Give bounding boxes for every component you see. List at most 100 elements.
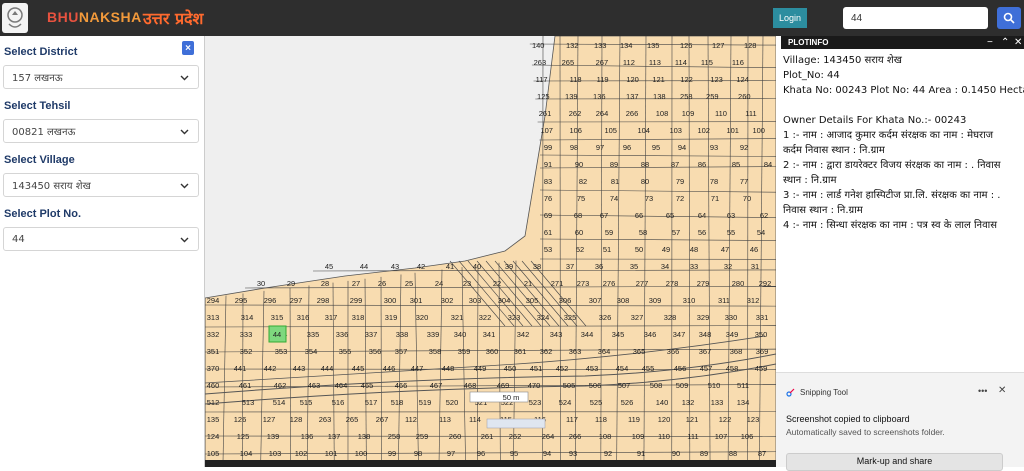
plot-number-label[interactable]: 280 bbox=[732, 279, 745, 288]
plot-number-label[interactable]: 261 bbox=[539, 109, 552, 118]
plot-number-label[interactable]: 454 bbox=[616, 364, 629, 373]
plot-number-label[interactable]: 111 bbox=[687, 432, 698, 441]
plot-number-label[interactable]: 26 bbox=[378, 279, 386, 288]
plot-number-label[interactable]: 292 bbox=[759, 279, 772, 288]
plot-number-label[interactable]: 338 bbox=[396, 330, 409, 339]
plot-number-label[interactable]: 110 bbox=[658, 432, 670, 441]
plot-number-label[interactable]: 140 bbox=[532, 41, 545, 50]
plot-number-label[interactable]: 466 bbox=[395, 381, 408, 390]
plot-number-label[interactable]: 308 bbox=[617, 296, 630, 305]
plot-number-label[interactable]: 511 bbox=[737, 381, 749, 390]
plot-number-label[interactable]: 306 bbox=[559, 296, 572, 305]
plot-number-label[interactable]: 444 bbox=[321, 364, 334, 373]
plot-number-label[interactable]: 104 bbox=[637, 126, 650, 135]
plot-number-label[interactable]: 105 bbox=[604, 126, 617, 135]
plot-number-label[interactable]: 120 bbox=[658, 415, 671, 424]
plot-number-label[interactable]: 93 bbox=[710, 143, 718, 152]
plot-number-label[interactable]: 263 bbox=[319, 415, 332, 424]
plot-number-label[interactable]: 264 bbox=[542, 432, 555, 441]
plot-number-label[interactable]: 305 bbox=[526, 296, 539, 305]
plot-number-label[interactable]: 351 bbox=[207, 347, 220, 356]
plot-number-label[interactable]: 137 bbox=[626, 92, 639, 101]
plot-number-label[interactable]: 81 bbox=[611, 177, 619, 186]
plot-number-label[interactable]: 455 bbox=[642, 364, 655, 373]
plot-number-label[interactable]: 108 bbox=[599, 432, 612, 441]
plot-number-label[interactable]: 311 bbox=[718, 296, 730, 305]
plot-number-label[interactable]: 32 bbox=[724, 262, 732, 271]
plot-number-label[interactable]: 514 bbox=[273, 398, 286, 407]
plot-number-label[interactable]: 319 bbox=[385, 313, 398, 322]
plot-number-label[interactable]: 124 bbox=[207, 432, 220, 441]
plot-number-label[interactable]: 326 bbox=[599, 313, 612, 322]
plot-number-label[interactable]: 53 bbox=[544, 245, 552, 254]
plot-number-label[interactable]: 31 bbox=[751, 262, 759, 271]
plot-number-label[interactable]: 469 bbox=[497, 381, 510, 390]
plot-number-label[interactable]: 323 bbox=[508, 313, 521, 322]
plot-number-label[interactable]: 52 bbox=[576, 245, 584, 254]
plot-number-label[interactable]: 519 bbox=[419, 398, 432, 407]
plot-number-label[interactable]: 367 bbox=[699, 347, 712, 356]
plot-number-label[interactable]: 113 bbox=[439, 415, 451, 424]
plot-number-label[interactable]: 304 bbox=[498, 296, 511, 305]
plot-number-label[interactable]: 312 bbox=[747, 296, 760, 305]
plot-number-label[interactable]: 364 bbox=[598, 347, 611, 356]
plot-number-label[interactable]: 512 bbox=[207, 398, 220, 407]
plot-number-label[interactable]: 317 bbox=[325, 313, 338, 322]
plot-number-label[interactable]: 106 bbox=[569, 126, 582, 135]
plot-number-label[interactable]: 507 bbox=[618, 381, 631, 390]
plot-number-label[interactable]: 260 bbox=[738, 92, 751, 101]
plot-number-label[interactable]: 35 bbox=[630, 262, 638, 271]
plot-number-label[interactable]: 261 bbox=[481, 432, 494, 441]
village-select[interactable]: 143450 सराय शेख bbox=[3, 173, 199, 197]
plot-number-label[interactable]: 264 bbox=[596, 109, 609, 118]
plot-number-label[interactable]: 135 bbox=[647, 41, 660, 50]
plot-number-label[interactable]: 59 bbox=[605, 228, 613, 237]
minimize-icon[interactable]: − bbox=[987, 36, 993, 49]
plot-number-label[interactable]: 43 bbox=[391, 262, 399, 271]
plot-number-label[interactable]: 132 bbox=[682, 398, 695, 407]
plot-number-label[interactable]: 89 bbox=[610, 160, 618, 169]
plot-number-label[interactable]: 73 bbox=[645, 194, 653, 203]
plot-number-label[interactable]: 262 bbox=[569, 109, 582, 118]
plot-number-label[interactable]: 89 bbox=[700, 449, 708, 458]
plot-number-label[interactable]: 126 bbox=[680, 41, 693, 50]
plot-number-label[interactable]: 510 bbox=[708, 381, 721, 390]
plot-number-label[interactable]: 60 bbox=[575, 228, 583, 237]
close-icon[interactable]: ✕ bbox=[998, 385, 1006, 396]
plot-number-label[interactable]: 118 bbox=[595, 415, 607, 424]
plot-number-label[interactable]: 71 bbox=[711, 194, 719, 203]
plot-number-label[interactable]: 259 bbox=[706, 92, 719, 101]
plot-number-label[interactable]: 92 bbox=[740, 143, 748, 152]
plot-number-label[interactable]: 310 bbox=[683, 296, 696, 305]
plot-number-label[interactable]: 460 bbox=[207, 381, 220, 390]
plot-number-label[interactable]: 505 bbox=[563, 381, 576, 390]
plot-number-label[interactable]: 461 bbox=[239, 381, 252, 390]
plot-number-label[interactable]: 123 bbox=[710, 75, 723, 84]
plot-number-label[interactable]: 34 bbox=[661, 262, 669, 271]
plot-number-label[interactable]: 96 bbox=[623, 143, 631, 152]
plot-number-label[interactable]: 104 bbox=[240, 449, 253, 458]
plot-number-label[interactable]: 103 bbox=[669, 126, 682, 135]
plot-number-label[interactable]: 137 bbox=[328, 432, 341, 441]
plot-number-label[interactable]: 136 bbox=[593, 92, 606, 101]
plot-number-label[interactable]: 340 bbox=[454, 330, 467, 339]
plot-number-label[interactable]: 107 bbox=[715, 432, 728, 441]
plot-number-label[interactable]: 97 bbox=[447, 449, 455, 458]
plot-number-label[interactable]: 332 bbox=[207, 330, 220, 339]
plot-search-input[interactable] bbox=[843, 7, 988, 29]
plot-number-label[interactable]: 121 bbox=[652, 75, 665, 84]
plot-number-label[interactable]: 48 bbox=[690, 245, 698, 254]
plot-number-label[interactable]: 101 bbox=[325, 449, 338, 458]
plot-number-label[interactable]: 457 bbox=[700, 364, 713, 373]
plot-number-label[interactable]: 350 bbox=[755, 330, 768, 339]
plot-number-label[interactable]: 365 bbox=[633, 347, 646, 356]
plot-number-label[interactable]: 452 bbox=[556, 364, 569, 373]
plot-number-label[interactable]: 361 bbox=[514, 347, 527, 356]
plot-number-label[interactable]: 321 bbox=[451, 313, 464, 322]
plot-number-label[interactable]: 133 bbox=[711, 398, 724, 407]
plot-number-label[interactable]: 135 bbox=[207, 415, 220, 424]
plot-number-label[interactable]: 58 bbox=[639, 228, 647, 237]
chevron-up-icon[interactable]: ⌃ bbox=[1001, 36, 1009, 49]
plot-number-label[interactable]: 355 bbox=[339, 347, 352, 356]
plot-number-label[interactable]: 450 bbox=[504, 364, 517, 373]
